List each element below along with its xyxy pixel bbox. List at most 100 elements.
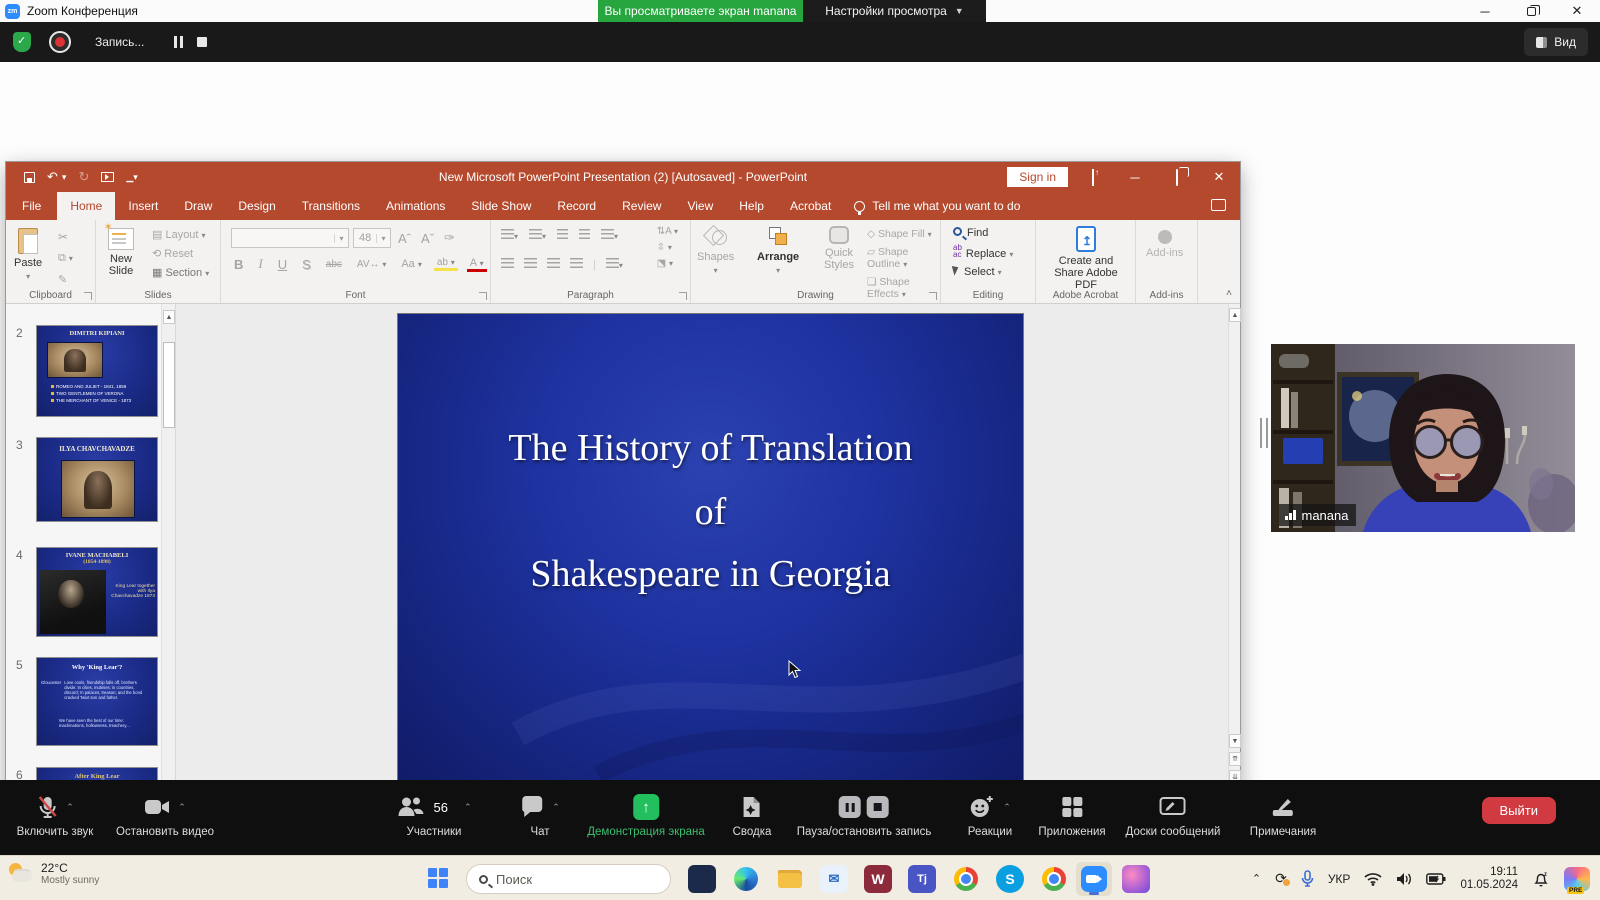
format-painter-button[interactable]: ✎ — [58, 273, 73, 286]
shrink-font-button[interactable]: Aˇ — [418, 231, 437, 246]
thumbnail-scrollbar[interactable]: ▲ ▼ — [161, 304, 175, 802]
italic-button[interactable]: I — [255, 256, 265, 272]
view-button[interactable]: Вид — [1524, 28, 1588, 56]
ppt-minimize-button[interactable]: ─ — [1114, 170, 1156, 185]
weather-widget[interactable]: 22°C Mostly sunny — [8, 861, 99, 886]
chat-button[interactable]: ⌃ Чат — [520, 794, 560, 838]
security-shield-icon[interactable] — [13, 32, 31, 52]
mail-icon[interactable]: ✉ — [820, 865, 848, 893]
apps-button[interactable]: Приложения — [1038, 794, 1105, 838]
align-center-button[interactable] — [524, 258, 537, 271]
stop-recording-button[interactable] — [197, 37, 207, 47]
zoom-app-icon[interactable] — [1076, 862, 1112, 896]
reactions-button[interactable]: ⌃ Реакции — [968, 794, 1012, 838]
create-pdf-button[interactable]: Create and Share Adobe PDF — [1044, 226, 1128, 291]
tell-me-box[interactable]: Tell me what you want to do — [844, 192, 1030, 220]
scroll-up-icon[interactable]: ▲ — [1229, 308, 1241, 322]
smartart-button[interactable]: ⬔ ▾ — [657, 258, 678, 269]
highlight-button[interactable]: ab ▾ — [434, 257, 458, 271]
sign-in-button[interactable]: Sign in — [1007, 167, 1068, 187]
stop-video-button[interactable]: ⌃ Остановить видео — [116, 794, 214, 838]
strikethrough-button[interactable]: abc — [323, 259, 345, 270]
paragraph-dialog-launcher-icon[interactable] — [679, 292, 687, 300]
copilot-icon[interactable] — [1564, 867, 1590, 891]
start-slideshow-icon[interactable] — [101, 172, 114, 182]
tab-review[interactable]: Review — [609, 192, 674, 220]
bold-button[interactable]: B — [231, 257, 246, 272]
undo-chevron-icon[interactable]: ▾ — [62, 172, 67, 183]
comments-panel-icon[interactable] — [1211, 199, 1226, 211]
tray-chevron-icon[interactable]: ⌃ — [1252, 872, 1261, 885]
undo-icon[interactable]: ↶ — [47, 169, 58, 185]
font-color-button[interactable]: A ▾ — [467, 257, 487, 272]
start-button[interactable] — [428, 868, 448, 888]
stop-record-icon[interactable] — [867, 796, 889, 818]
pause-recording-button[interactable] — [174, 36, 183, 48]
tab-design[interactable]: Design — [225, 192, 288, 220]
notification-bell-icon[interactable]: z — [1532, 870, 1550, 888]
tab-record[interactable]: Record — [544, 192, 609, 220]
reset-button[interactable]: ⟲ Reset — [152, 247, 209, 260]
shape-fill-button[interactable]: ◇ Shape Fill ▾ — [867, 228, 940, 240]
align-text-button[interactable]: ⇳ ▾ — [657, 242, 678, 253]
justify-button[interactable] — [570, 258, 583, 271]
shadow-button[interactable]: S — [299, 257, 314, 272]
tab-insert[interactable]: Insert — [115, 192, 171, 220]
increase-indent-button[interactable] — [579, 229, 590, 242]
quick-styles-button[interactable]: Quick Styles — [817, 226, 861, 271]
webcam-video[interactable]: manana — [1271, 344, 1575, 532]
leave-meeting-button[interactable]: Выйти — [1482, 797, 1557, 824]
minimize-button[interactable]: ─ — [1462, 0, 1508, 22]
text-direction-button[interactable]: ⇅A ▾ — [657, 226, 678, 237]
tab-file[interactable]: File — [6, 192, 57, 220]
taskbar-search[interactable]: Поиск — [466, 864, 671, 894]
slide-thumbnail-5[interactable]: Why 'King Lear'? Gloucester Love cools, … — [36, 657, 158, 746]
tab-acrobat[interactable]: Acrobat — [777, 192, 844, 220]
bullets-button[interactable]: ▾ — [501, 229, 518, 242]
word-app-icon[interactable]: W — [864, 865, 892, 893]
select-button[interactable]: Select ▾ — [953, 265, 1013, 278]
character-spacing-button[interactable]: AV↔ ▾ — [354, 259, 389, 270]
find-button[interactable]: Find — [953, 227, 1013, 239]
editor-scrollbar[interactable]: ▲ ▼ ⇈ ⇊ — [1228, 304, 1240, 802]
participants-chevron-icon[interactable]: ⌃ — [464, 802, 472, 813]
font-size-combobox[interactable]: 48▾ — [353, 228, 391, 248]
numbering-button[interactable]: ▾ — [529, 229, 546, 242]
ppt-restore-button[interactable] — [1156, 170, 1198, 185]
layout-button[interactable]: ▤ Layout ▾ — [152, 228, 209, 241]
pause-record-icon[interactable] — [839, 796, 861, 818]
chat-chevron-icon[interactable]: ⌃ — [552, 802, 560, 813]
customize-qat-icon[interactable]: ▁▾ — [126, 172, 137, 183]
drawing-dialog-launcher-icon[interactable] — [929, 292, 937, 300]
arrange-button[interactable]: Arrange▾ — [757, 226, 799, 275]
section-button[interactable]: ▦ Section ▾ — [152, 266, 209, 279]
save-icon[interactable] — [24, 172, 35, 183]
browser-icon[interactable] — [952, 865, 980, 893]
photos-icon[interactable] — [1122, 865, 1150, 893]
shapes-button[interactable]: Shapes▾ — [697, 226, 734, 275]
tab-draw[interactable]: Draw — [171, 192, 225, 220]
restore-button[interactable] — [1508, 0, 1554, 22]
ribbon-display-options-button[interactable] — [1072, 170, 1114, 185]
participants-button[interactable]: 56 ⌃ Участники — [396, 794, 471, 838]
scroll-down-icon[interactable]: ▼ — [1229, 734, 1241, 748]
pause-stop-record-button[interactable]: Пауза/остановить запись — [797, 794, 932, 838]
language-indicator[interactable]: УКР — [1328, 872, 1351, 886]
chrome-icon[interactable] — [1040, 865, 1068, 893]
slide-canvas[interactable]: The History of Translation of Shakespear… — [398, 314, 1023, 784]
skype-icon[interactable]: S — [996, 865, 1024, 893]
slide-thumbnail-2[interactable]: DIMITRI KIPIANI ROMEO AND JULIET - 1841,… — [36, 325, 158, 417]
change-case-button[interactable]: Aa ▾ — [398, 258, 425, 270]
previous-slide-icon[interactable]: ⇈ — [1229, 752, 1241, 766]
underline-button[interactable]: U — [275, 257, 290, 272]
collapse-ribbon-icon[interactable]: ˄ — [1226, 288, 1232, 299]
font-dialog-launcher-icon[interactable] — [479, 292, 487, 300]
folder-icon[interactable] — [776, 865, 804, 893]
reactions-chevron-icon[interactable]: ⌃ — [1003, 802, 1011, 813]
cut-button[interactable]: ✂ — [58, 230, 73, 244]
tab-home[interactable]: Home — [57, 192, 115, 220]
app-icon-dark[interactable] — [688, 865, 716, 893]
columns-button[interactable]: ▾ — [606, 258, 623, 271]
tab-view[interactable]: View — [674, 192, 726, 220]
webcam-drag-handle[interactable] — [1260, 418, 1268, 448]
